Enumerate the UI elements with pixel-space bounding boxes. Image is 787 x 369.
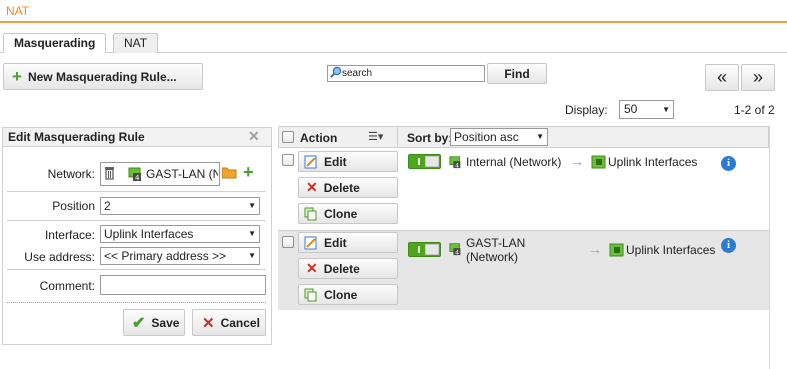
- folder-icon[interactable]: [222, 167, 237, 179]
- clone-button[interactable]: Clone: [298, 284, 398, 305]
- interface-label: Interface:: [44, 228, 95, 242]
- clone-label: Clone: [324, 206, 358, 221]
- info-icon[interactable]: i: [721, 238, 736, 253]
- enable-toggle[interactable]: [408, 242, 441, 257]
- new-rule-label: New Masquerading Rule...: [27, 69, 177, 84]
- tab-nat[interactable]: NAT: [113, 33, 159, 53]
- comment-input[interactable]: [100, 275, 266, 295]
- edit-label: Edit: [324, 235, 347, 250]
- display-select[interactable]: 50 ▼: [619, 100, 674, 119]
- network-object-icon: 4: [128, 167, 141, 182]
- edit-label: Edit: [324, 154, 347, 169]
- use-address-select[interactable]: << Primary address >> ▼: [100, 247, 260, 265]
- clone-icon: [304, 288, 317, 301]
- display-value: 50: [624, 102, 638, 116]
- save-button[interactable]: ✔ Save: [123, 309, 185, 336]
- delete-button[interactable]: ✕ Delete: [298, 177, 398, 198]
- interface-select[interactable]: Uplink Interfaces ▼: [100, 225, 260, 243]
- use-address-value: << Primary address >>: [104, 249, 227, 263]
- divider: [7, 220, 266, 221]
- position-value: 2: [104, 199, 111, 213]
- row-checkbox[interactable]: [282, 236, 294, 248]
- edit-icon: [304, 236, 317, 249]
- interface-icon: [609, 243, 624, 257]
- delete-label: Delete: [323, 261, 360, 276]
- interface-icon: [591, 155, 606, 169]
- cancel-label: Cancel: [220, 315, 260, 330]
- position-select[interactable]: 2 ▼: [100, 197, 260, 215]
- search-input[interactable]: search: [327, 65, 485, 82]
- save-label: Save: [151, 315, 180, 330]
- dropdown-arrow-icon: ▼: [248, 229, 256, 238]
- prev-page-button[interactable]: «: [705, 64, 739, 91]
- comment-label: Comment:: [39, 279, 95, 293]
- edit-icon: [304, 155, 317, 168]
- edit-button[interactable]: Edit: [298, 232, 398, 253]
- sort-by-label: Sort by:: [407, 131, 453, 145]
- new-masquerading-rule-button[interactable]: + New Masquerading Rule...: [3, 63, 203, 90]
- dropdown-arrow-icon: ▼: [248, 251, 256, 260]
- edit-panel-title: Edit Masquerading Rule: [2, 127, 272, 147]
- source-type: (Network): [466, 250, 519, 264]
- sort-value: Position asc: [454, 130, 519, 144]
- svg-text:4: 4: [455, 249, 459, 256]
- delete-icon: ✕: [306, 179, 318, 195]
- arrow-right-icon: →: [570, 153, 584, 169]
- svg-text:4: 4: [455, 162, 459, 169]
- find-button[interactable]: Find: [487, 63, 547, 84]
- add-network-icon[interactable]: +: [243, 162, 254, 183]
- plus-icon: +: [12, 67, 22, 86]
- enable-toggle[interactable]: [408, 154, 441, 169]
- delete-icon: ✕: [306, 260, 318, 276]
- dropdown-arrow-icon: ▼: [536, 132, 544, 141]
- sort-select[interactable]: Position asc ▼: [450, 128, 548, 146]
- network-label: Network:: [47, 167, 95, 181]
- delete-button[interactable]: ✕ Delete: [298, 258, 398, 279]
- x-icon: ✕: [202, 314, 215, 332]
- use-address-label: Use address:: [24, 250, 95, 264]
- dropdown-arrow-icon: ▼: [248, 201, 256, 210]
- row-checkbox[interactable]: [282, 154, 294, 166]
- target-interface[interactable]: Uplink Interfaces: [626, 243, 715, 257]
- page-range-label: 1-2 of 2: [734, 103, 775, 117]
- source-network[interactable]: GAST-LAN (Network): [466, 236, 525, 264]
- arrow-right-icon: →: [588, 241, 602, 257]
- clone-button[interactable]: Clone: [298, 203, 398, 224]
- network-value: GAST-LAN (N: [146, 167, 218, 181]
- source-network[interactable]: Internal (Network): [466, 155, 561, 169]
- delete-label: Delete: [323, 180, 360, 195]
- column-menu-icon[interactable]: ☰▾: [368, 130, 383, 143]
- interface-value: Uplink Interfaces: [104, 227, 194, 241]
- page-title: NAT: [6, 4, 30, 18]
- clone-icon: [304, 207, 317, 220]
- info-icon[interactable]: i: [721, 156, 736, 171]
- grid-right-border: [769, 126, 770, 369]
- source-name: GAST-LAN: [466, 236, 526, 250]
- column-divider: [397, 127, 398, 147]
- edit-button[interactable]: Edit: [298, 151, 398, 172]
- network-object-icon: 4: [449, 156, 461, 169]
- svg-text:4: 4: [135, 174, 140, 182]
- cancel-button[interactable]: ✕ Cancel: [192, 309, 266, 336]
- action-column-header: Action: [300, 131, 338, 145]
- clone-label: Clone: [324, 287, 358, 302]
- target-interface[interactable]: Uplink Interfaces: [608, 155, 697, 169]
- dropdown-arrow-icon: ▼: [662, 105, 670, 114]
- display-label: Display:: [565, 103, 608, 117]
- close-icon[interactable]: ✕: [248, 128, 260, 145]
- search-icon: [330, 66, 342, 78]
- tab-masquerading[interactable]: Masquerading: [3, 33, 107, 53]
- position-label: Position: [52, 199, 95, 213]
- network-object-icon: 4: [449, 243, 461, 256]
- select-all-checkbox[interactable]: [282, 131, 294, 143]
- trash-icon[interactable]: [104, 166, 115, 180]
- divider: [7, 269, 266, 270]
- title-rule: [0, 21, 787, 23]
- form-separator: [7, 302, 266, 303]
- check-icon: ✔: [132, 314, 146, 332]
- divider: [7, 191, 266, 192]
- next-page-button[interactable]: »: [741, 64, 775, 91]
